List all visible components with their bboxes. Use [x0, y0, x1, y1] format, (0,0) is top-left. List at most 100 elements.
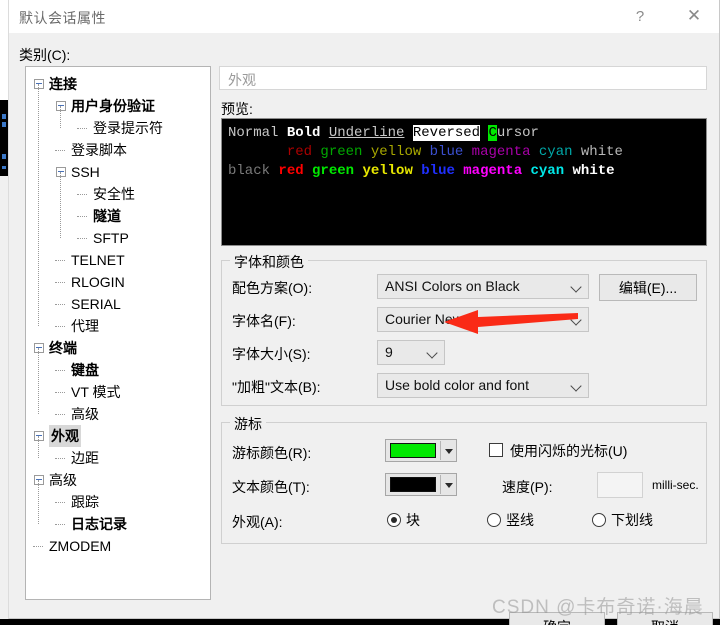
desktop-taskbar: [0, 619, 720, 625]
preview-text-segment: white: [580, 144, 623, 160]
tree-connector-line: [77, 216, 87, 217]
tree-item[interactable]: ZMODEM: [26, 535, 210, 557]
tree-connector-line: [55, 260, 65, 261]
chevron-down-icon: [428, 349, 437, 358]
tree-item[interactable]: 高级: [26, 403, 210, 425]
preview-text-segment: blue: [421, 163, 464, 179]
tree-item[interactable]: 跟踪: [26, 491, 210, 513]
chevron-down-icon: [445, 449, 453, 454]
text-color-picker[interactable]: [385, 473, 457, 496]
cursor-shape-radio-vertical-line[interactable]: [487, 513, 501, 527]
preview-text-segment: magenta: [471, 144, 539, 160]
preview-text-segment: Bold: [286, 125, 329, 141]
help-icon[interactable]: ?: [617, 0, 663, 32]
font-name-label: 字体名(F):: [232, 313, 296, 329]
dialog-client-area: 类别(C): 连接 用户身份验证 登录提示符 登录脚本 SSH 安全性 隧道 SFTP TELN…: [9, 33, 719, 625]
tree-connector-line: [77, 238, 87, 239]
tree-guide-line: [38, 348, 39, 414]
screenshot-root: 默认会话属性 ? ✕ 类别(C): 连接 用户身份验证 登录提示符 登录脚本 SSH 安全…: [0, 0, 720, 625]
session-properties-dialog: 默认会话属性 ? ✕ 类别(C): 连接 用户身份验证 登录提示符 登录脚本 SSH 安全…: [8, 0, 720, 625]
tree-connector-line: [55, 370, 65, 371]
tree-connector-line: [55, 392, 65, 393]
preview-text-segment: [228, 144, 287, 160]
preview-text-segment: yellow: [362, 163, 422, 179]
tree-item[interactable]: TELNET: [26, 249, 210, 271]
tree-item[interactable]: 用户身份验证: [26, 95, 210, 117]
tree-item[interactable]: SFTP: [26, 227, 210, 249]
tree-connector-line: [55, 524, 65, 525]
tree-connector-line: [55, 326, 65, 327]
tree-item[interactable]: 高级: [26, 469, 210, 491]
preview-text-segment: magenta: [463, 163, 531, 179]
tree-item-label: 隧道: [93, 208, 121, 224]
tree-item[interactable]: 代理: [26, 315, 210, 337]
tree-item[interactable]: 外观: [26, 425, 210, 447]
tree-connector-line: [55, 150, 65, 151]
bold-text-dropdown[interactable]: Use bold color and font: [377, 373, 589, 398]
color-scheme-label: 配色方案(O):: [232, 280, 313, 296]
tree-item[interactable]: 日志记录: [26, 513, 210, 535]
tree-item[interactable]: 安全性: [26, 183, 210, 205]
font-and-colors-group-title: 字体和颜色: [230, 252, 308, 272]
dialog-titlebar[interactable]: 默认会话属性 ? ✕: [9, 0, 719, 34]
blinking-cursor-label: 使用闪烁的光标(U): [510, 443, 628, 459]
cursor-shape-radio-underline[interactable]: [592, 513, 606, 527]
chevron-down-icon: [445, 483, 453, 488]
tree-item[interactable]: 连接: [26, 73, 210, 95]
cursor-shape-radio-block[interactable]: [387, 513, 401, 527]
cursor-appearance-label: 外观(A):: [232, 514, 283, 530]
tree-expander-icon[interactable]: [34, 343, 44, 353]
tree-item[interactable]: 隧道: [26, 205, 210, 227]
tree-connector-line: [55, 458, 65, 459]
blinking-cursor-checkbox[interactable]: [489, 443, 503, 457]
panel-header-title: 外观: [228, 72, 256, 88]
preview-text-segment: yellow: [370, 144, 430, 160]
font-size-dropdown[interactable]: 9: [377, 340, 445, 365]
tree-item[interactable]: SERIAL: [26, 293, 210, 315]
close-icon[interactable]: ✕: [671, 0, 717, 32]
preview-text-segment: blue: [429, 144, 472, 160]
tree-item[interactable]: 登录提示符: [26, 117, 210, 139]
tree-item[interactable]: VT 模式: [26, 381, 210, 403]
tree-guide-line: [60, 106, 61, 128]
terminal-text-fragment: [2, 166, 6, 169]
swatch-divider: [440, 441, 441, 460]
tree-item[interactable]: RLOGIN: [26, 271, 210, 293]
tree-item-label: 连接: [49, 76, 77, 92]
tree-item-label: 边距: [71, 450, 99, 466]
tree-expander-icon[interactable]: [56, 101, 66, 111]
text-color-swatch: [390, 477, 436, 492]
tree-item-label: SERIAL: [71, 296, 121, 312]
tree-item[interactable]: SSH: [26, 161, 210, 183]
tree-expander-icon[interactable]: [34, 79, 44, 89]
tree-item-label: 键盘: [71, 362, 99, 378]
cursor-color-picker[interactable]: [385, 439, 457, 462]
tree-item[interactable]: 边距: [26, 447, 210, 469]
color-scheme-dropdown[interactable]: ANSI Colors on Black: [377, 274, 589, 299]
tree-item-label: 高级: [71, 406, 99, 422]
tree-item-label: 安全性: [93, 186, 135, 202]
preview-text-segment: [404, 125, 412, 141]
tree-item[interactable]: 键盘: [26, 359, 210, 381]
color-scheme-value: ANSI Colors on Black: [385, 278, 520, 294]
speed-unit-label: milli-sec.: [652, 478, 699, 492]
tree-item[interactable]: 登录脚本: [26, 139, 210, 161]
tree-connector-line: [55, 502, 65, 503]
tree-expander-icon[interactable]: [34, 431, 44, 441]
tree-item-label: 外观: [49, 425, 81, 447]
tree-expander-icon[interactable]: [34, 475, 44, 485]
preview-text-segment: red: [286, 144, 321, 160]
tree-expander-icon[interactable]: [56, 167, 66, 177]
bold-text-label: "加粗"文本(B):: [232, 379, 321, 395]
tree-connector-line: [55, 304, 65, 305]
swatch-divider: [440, 475, 441, 494]
tree-item[interactable]: 终端: [26, 337, 210, 359]
text-color-label: 文本颜色(T):: [232, 479, 310, 495]
speed-input[interactable]: [597, 472, 643, 498]
category-treeview[interactable]: 连接用户身份验证 登录提示符 登录脚本 SSH 安全性隧道 SFTP TELNET RLOGI…: [25, 66, 211, 600]
tree-guide-line: [38, 84, 39, 326]
tree-guide-line: [60, 172, 61, 238]
edit-color-scheme-button[interactable]: 编辑(E)...: [599, 274, 697, 301]
preview-text-segment: white: [572, 163, 615, 179]
font-size-value: 9: [385, 344, 393, 360]
